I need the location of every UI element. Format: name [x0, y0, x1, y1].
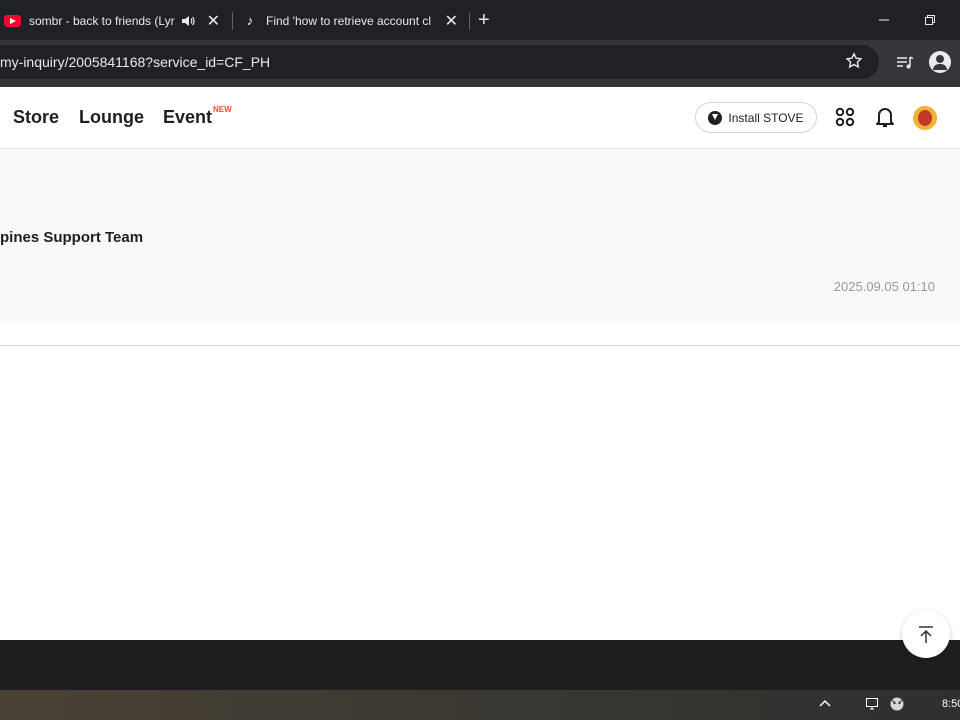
- browser-tab-strip: sombr - back to friends (Lyr ✕ ♪ Find 'h…: [0, 0, 960, 40]
- inquiry-reply-panel: pines Support Team 2025.09.05 01:10: [0, 149, 960, 321]
- tab-title: Find 'how to retrieve account cl: [266, 14, 432, 28]
- bookmark-star-icon[interactable]: [845, 52, 863, 70]
- minimize-icon[interactable]: [878, 14, 890, 26]
- download-icon: [708, 110, 723, 125]
- section-divider: [0, 345, 960, 346]
- app-tray-icon[interactable]: [889, 696, 905, 712]
- new-badge: NEW: [213, 105, 232, 114]
- close-tab-icon[interactable]: ✕: [207, 11, 220, 31]
- site-header: Store Lounge Event NEW Install STOVE: [0, 87, 960, 149]
- nav-event[interactable]: Event: [163, 107, 212, 128]
- new-tab-button[interactable]: +: [478, 8, 490, 32]
- chevron-up-icon[interactable]: [817, 696, 833, 712]
- tab-separator: [232, 12, 233, 30]
- reply-timestamp: 2025.09.05 01:10: [833, 279, 935, 294]
- tab-youtube[interactable]: sombr - back to friends (Lyr ✕: [0, 8, 230, 34]
- support-team-name: pines Support Team: [0, 229, 144, 246]
- install-label: Install STOVE: [728, 110, 804, 125]
- network-icon[interactable]: [864, 696, 880, 712]
- tiktok-icon: ♪: [246, 13, 254, 28]
- notification-bell-icon[interactable]: [875, 106, 895, 128]
- scroll-to-top-button[interactable]: [902, 610, 950, 658]
- apps-grid-icon[interactable]: [835, 107, 855, 127]
- page-footer: [0, 640, 960, 690]
- browser-toolbar: my-inquiry/2005841168?service_id=CF_PH: [0, 40, 960, 87]
- install-stove-button[interactable]: Install STOVE: [695, 102, 817, 133]
- close-tab-icon[interactable]: ✕: [445, 11, 458, 31]
- tab-tiktok[interactable]: ♪ Find 'how to retrieve account cl ✕: [238, 8, 468, 34]
- nav-lounge[interactable]: Lounge: [79, 107, 144, 128]
- tab-separator: [469, 12, 470, 30]
- youtube-icon: [4, 15, 21, 27]
- restore-icon[interactable]: [924, 14, 936, 26]
- tab-title: sombr - back to friends (Lyr: [29, 14, 175, 28]
- media-controls-icon[interactable]: [896, 55, 914, 71]
- os-taskbar: 8:50: [0, 690, 960, 720]
- speaker-icon[interactable]: [181, 14, 195, 28]
- url-text[interactable]: my-inquiry/2005841168?service_id=CF_PH: [0, 54, 270, 70]
- nav-store[interactable]: Store: [13, 107, 59, 128]
- user-avatar[interactable]: [913, 106, 937, 130]
- arrow-up-icon: [919, 626, 933, 643]
- address-bar[interactable]: my-inquiry/2005841168?service_id=CF_PH: [0, 45, 879, 79]
- system-clock: 8:50: [942, 698, 960, 710]
- profile-icon[interactable]: [929, 51, 951, 73]
